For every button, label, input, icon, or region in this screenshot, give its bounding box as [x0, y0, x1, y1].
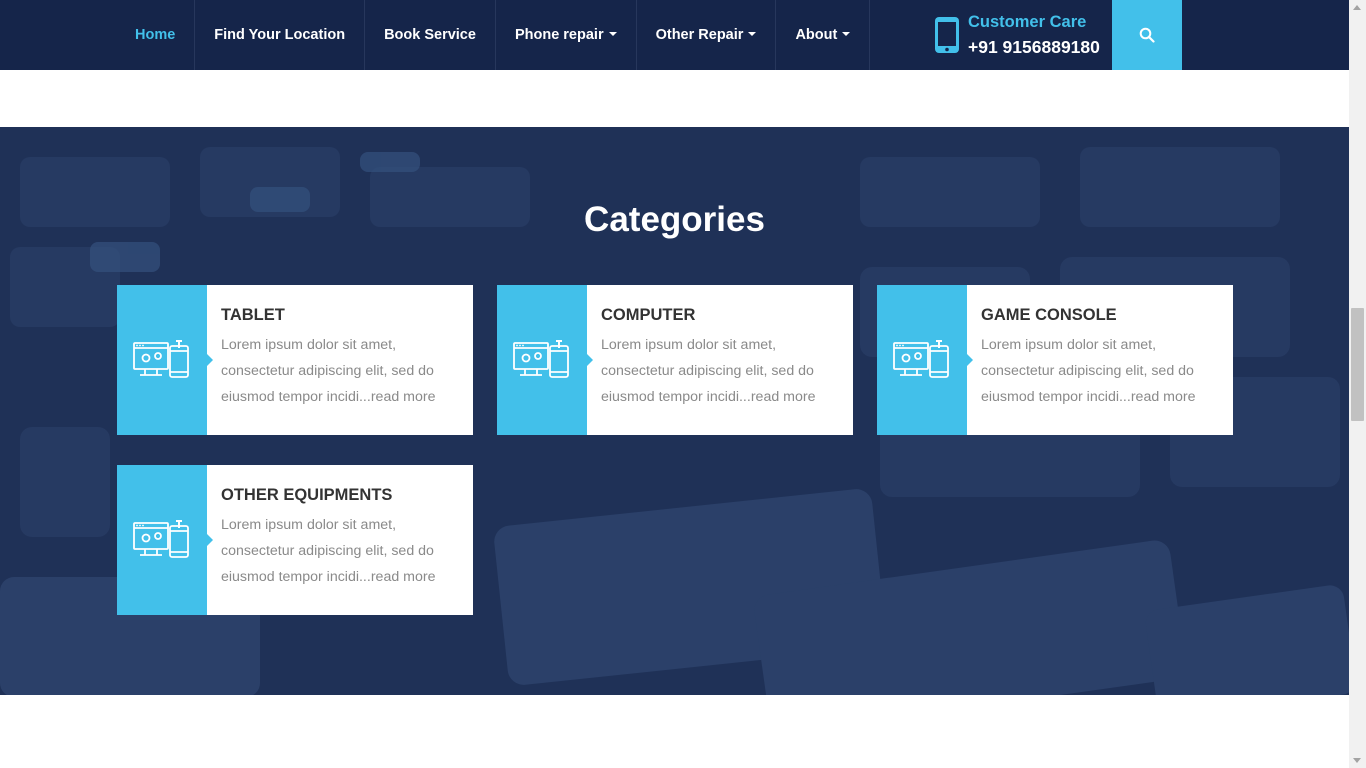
card-title: COMPUTER: [601, 306, 696, 324]
devices-gear-icon: [133, 520, 189, 558]
nav-item-home[interactable]: Home: [116, 0, 196, 70]
nav-item-find-your-location[interactable]: Find Your Location: [195, 0, 366, 70]
nav-item-label: About: [795, 27, 838, 43]
category-card-game-console[interactable]: GAME CONSOLE Lorem ipsum dolor sit amet,…: [877, 285, 1233, 435]
nav-item-label: Home: [135, 27, 176, 43]
card-icon-box: [877, 285, 973, 435]
caret-down-icon: [748, 32, 757, 36]
nav-item-phone-repair[interactable]: Phone repair: [496, 0, 637, 70]
nav-item-label: Other Repair: [655, 27, 744, 43]
card-icon-box: [117, 465, 213, 615]
category-card-computer[interactable]: COMPUTER Lorem ipsum dolor sit amet, con…: [497, 285, 853, 435]
category-card-other-equipments[interactable]: OTHER EQUIPMENTS Lorem ipsum dolor sit a…: [117, 465, 473, 615]
card-title: GAME CONSOLE: [981, 306, 1117, 324]
card-description: Lorem ipsum dolor sit amet, consectetur …: [221, 512, 461, 590]
nav-item-book-service[interactable]: Book Service: [365, 0, 496, 70]
card-icon-box: [117, 285, 213, 435]
scrollbar-thumb[interactable]: [1351, 308, 1364, 421]
card-description: Lorem ipsum dolor sit amet, consectetur …: [981, 332, 1221, 410]
read-more-link[interactable]: read more: [371, 389, 436, 405]
category-card-tablet[interactable]: TABLET Lorem ipsum dolor sit amet, conse…: [117, 285, 473, 435]
card-title: OTHER EQUIPMENTS: [221, 486, 393, 504]
scroll-up-arrow-icon[interactable]: [1353, 5, 1361, 10]
customer-care: Customer Care +91 9156889180: [934, 12, 1100, 58]
card-description: Lorem ipsum dolor sit amet, consectetur …: [601, 332, 841, 410]
vertical-scrollbar[interactable]: [1349, 0, 1366, 768]
caret-down-icon: [608, 32, 617, 36]
search-icon: [1139, 27, 1155, 43]
mobile-phone-icon: [935, 17, 959, 53]
customer-care-number[interactable]: +91 9156889180: [968, 35, 1100, 60]
devices-gear-icon: [133, 340, 189, 378]
section-title: Categories: [584, 200, 765, 239]
scroll-down-arrow-icon[interactable]: [1353, 758, 1361, 763]
nav-item-label: Phone repair: [514, 27, 604, 43]
devices-gear-icon: [893, 340, 949, 378]
customer-care-text: Customer Care +91 9156889180: [968, 10, 1100, 60]
nav-item-label: Book Service: [384, 27, 476, 43]
search-button[interactable]: [1112, 0, 1182, 70]
nav-item-other-repair[interactable]: Other Repair: [637, 0, 777, 70]
read-more-link[interactable]: read more: [751, 389, 816, 405]
main-nav: Home Find Your Location Book Service Pho…: [116, 0, 871, 70]
customer-care-title: Customer Care: [968, 13, 1087, 31]
read-more-link[interactable]: read more: [371, 569, 436, 585]
devices-gear-icon: [513, 340, 569, 378]
nav-item-about[interactable]: About: [776, 0, 871, 70]
card-icon-box: [497, 285, 593, 435]
card-title: TABLET: [221, 306, 285, 324]
card-description: Lorem ipsum dolor sit amet, consectetur …: [221, 332, 461, 410]
categories-section: Categories TABLET Lorem ipsum dolor sit …: [0, 127, 1349, 695]
read-more-link[interactable]: read more: [1131, 389, 1196, 405]
nav-item-label: Find Your Location: [214, 27, 346, 43]
top-navbar: Home Find Your Location Book Service Pho…: [0, 0, 1349, 70]
caret-down-icon: [842, 32, 851, 36]
